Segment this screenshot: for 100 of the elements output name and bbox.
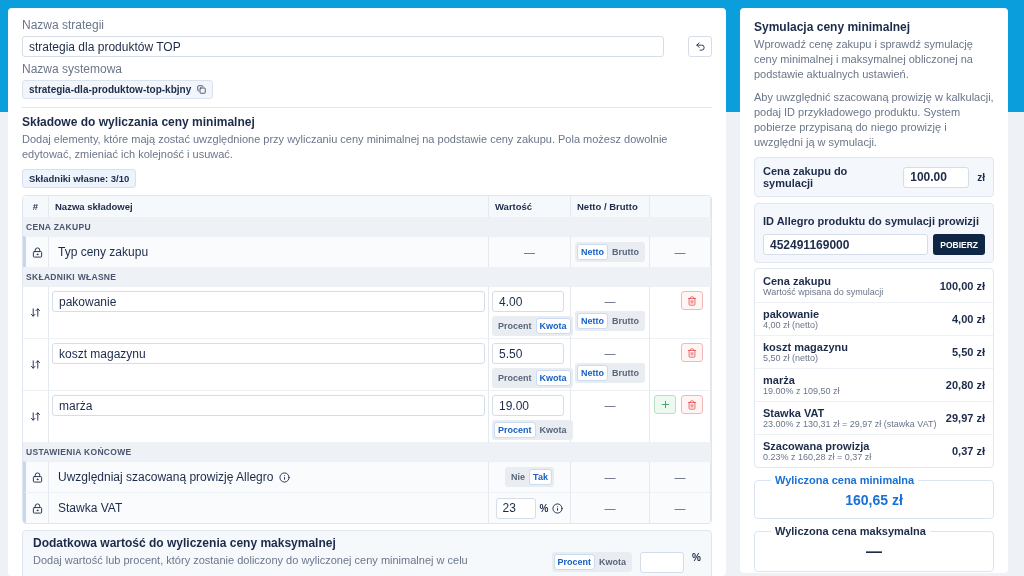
- breakdown-amount: 29,97 zł: [945, 412, 985, 424]
- breakdown-amount: 100,00 zł: [939, 279, 985, 292]
- purchase-price-field[interactable]: 100.00: [903, 166, 970, 188]
- toggle-option[interactable]: Tak: [529, 469, 552, 485]
- lock-icon: [31, 502, 43, 514]
- empty-value: —: [604, 295, 616, 307]
- column-header: Netto / Brutto: [571, 196, 650, 217]
- delete-button[interactable]: [681, 291, 703, 310]
- lock-icon: [31, 246, 43, 258]
- strategy-name-field[interactable]: strategia dla produktów TOP: [22, 36, 664, 57]
- toggle-option[interactable]: Procent: [494, 422, 536, 438]
- column-header: #: [23, 196, 49, 217]
- unit-label: zł: [977, 171, 985, 183]
- empty-value: —: [674, 246, 686, 258]
- value-field[interactable]: 19.00: [492, 395, 564, 416]
- breakdown-name: pakowanie: [763, 308, 820, 320]
- toggle-option[interactable]: Brutto: [608, 244, 643, 260]
- breakdown-amount: 5,50 zł: [951, 346, 985, 358]
- empty-value: —: [604, 502, 616, 514]
- breakdown-name: koszt magazynu: [763, 341, 848, 353]
- breakdown-amount: 4,00 zł: [951, 313, 985, 325]
- component-name: Typ ceny zakupu: [57, 245, 149, 259]
- field-label: Nazwa systemowa: [22, 62, 124, 76]
- breakdown-name: Szacowana prowizja: [763, 440, 872, 452]
- count-badge: Składniki własne: 3/10: [22, 169, 137, 188]
- empty-value: —: [524, 246, 535, 258]
- group-title: USTAWIENIA KOŃCOWE: [23, 442, 711, 461]
- group-title: CENA ZAKUPU: [23, 217, 711, 236]
- trash-icon: [687, 399, 697, 410]
- breakdown-detail: 0.23% z 160,28 zł = 0,37 zł: [763, 452, 872, 462]
- breakdown-amount: 20,80 zł: [945, 379, 985, 391]
- component-name: Stawka VAT: [57, 501, 123, 515]
- toggle-option[interactable]: Netto: [577, 313, 608, 329]
- fetch-button[interactable]: POBIERZ: [933, 234, 985, 255]
- field-label: ID Allegro produktu do symulacji prowizji: [763, 215, 979, 227]
- toggle-option[interactable]: Brutto: [608, 313, 643, 329]
- info-icon[interactable]: [552, 502, 564, 514]
- toggle-option[interactable]: Kwota: [595, 554, 631, 570]
- group-title: SKŁADNIKI WŁASNE: [23, 267, 711, 286]
- result-value: —: [865, 543, 883, 561]
- add-button[interactable]: [654, 395, 676, 414]
- panel-paragraph: Aby uwzględnić szacowaną prowizję w kalkulacji, podaj ID przykładowego produktu. System pobierze przypisaną do niego prowizję i uwzględni ją w symulacji.: [754, 90, 994, 150]
- value-field[interactable]: 5.50: [492, 343, 564, 364]
- breakdown-detail: 19.00% z 109,50 zł: [763, 386, 840, 396]
- sort-icon[interactable]: [30, 359, 41, 370]
- field-label: Nazwa strategii: [22, 18, 106, 32]
- result-label: Wyliczona cena minimalna: [774, 474, 916, 486]
- toggle-option[interactable]: Netto: [577, 244, 608, 260]
- toggle-option[interactable]: Netto: [577, 365, 608, 381]
- value-field[interactable]: 4.00: [492, 291, 564, 312]
- card-description: Dodaj wartość lub procent, który zostanie doliczony do wyliczonej ceny minimalnej w celu: [33, 553, 469, 568]
- component-name: Uwzględniaj szacowaną prowizję Allegro: [57, 470, 274, 484]
- toggle-option[interactable]: Brutto: [608, 365, 643, 381]
- result-label: Wyliczona cena maksymalna: [774, 525, 927, 537]
- column-header: Wartość: [489, 196, 571, 217]
- sort-icon[interactable]: [30, 307, 41, 318]
- toggle-option[interactable]: Kwota: [535, 318, 571, 334]
- trash-icon: [687, 347, 697, 358]
- product-id-field[interactable]: 452491169000: [763, 234, 929, 255]
- breakdown-amount: 0,37 zł: [951, 445, 985, 457]
- breakdown-detail: Wartość wpisana do symulacji: [763, 286, 884, 297]
- component-name-field[interactable]: koszt magazynu: [52, 343, 485, 364]
- system-name-chip: strategia-dla-produktow-top-kbjny: [22, 80, 214, 99]
- section-description: Dodaj elementy, które mają zostać uwzględnione przy wyliczaniu ceny minimalnej na podstawie ceny zakupu. Pola możesz dowolnie edytować, zmieniać ich kolejność i usuwać.: [22, 132, 669, 162]
- component-name-field[interactable]: pakowanie: [52, 291, 485, 312]
- result-value: 160,65 zł: [844, 492, 904, 508]
- trash-icon: [687, 295, 697, 306]
- undo-icon: [694, 41, 706, 52]
- unit-label: %: [539, 502, 549, 514]
- info-icon[interactable]: [279, 471, 291, 483]
- copy-icon[interactable]: [197, 85, 207, 94]
- value-field[interactable]: [640, 552, 685, 573]
- section-title: Składowe do wyliczania ceny minimalnej: [22, 115, 256, 129]
- column-header: Nazwa składowej: [49, 196, 489, 217]
- toggle-option[interactable]: Procent: [494, 370, 536, 386]
- toggle-option[interactable]: Procent: [553, 554, 596, 570]
- card-title: Dodatkowa wartość do wyliczenia ceny maksymalnej: [33, 536, 337, 550]
- plus-icon: [659, 399, 671, 410]
- empty-value: —: [604, 471, 616, 483]
- breakdown-name: Cena zakupu: [763, 274, 832, 287]
- panel-paragraph: Wprowadź cenę zakupu i sprawdź symulację ceny minimalnej i maksymalnej obliczonej na podstawie aktualnych ustawień.: [754, 37, 974, 82]
- undo-button[interactable]: [688, 36, 712, 57]
- toggle-option[interactable]: Kwota: [535, 422, 571, 438]
- empty-value: —: [604, 347, 616, 359]
- empty-value: —: [674, 471, 686, 483]
- breakdown-detail: 23.00% z 130,31 zł = 29,97 zł (stawka VAT): [763, 419, 937, 429]
- toggle-option[interactable]: Kwota: [535, 370, 571, 386]
- sort-icon[interactable]: [30, 411, 41, 422]
- delete-button[interactable]: [681, 395, 703, 414]
- breakdown-detail: 5,50 zł (netto): [763, 353, 819, 363]
- breakdown-name: marża: [763, 374, 796, 386]
- component-name-field[interactable]: marża: [52, 395, 485, 416]
- toggle-option[interactable]: Nie: [507, 469, 530, 485]
- empty-value: —: [674, 502, 686, 514]
- field-label: Cena zakupu do symulacji: [763, 165, 849, 189]
- unit-label: %: [692, 552, 701, 563]
- delete-button[interactable]: [681, 343, 703, 362]
- value-field[interactable]: 23: [495, 497, 536, 519]
- toggle-option[interactable]: Procent: [494, 318, 536, 334]
- breakdown-name: Stawka VAT: [763, 407, 826, 419]
